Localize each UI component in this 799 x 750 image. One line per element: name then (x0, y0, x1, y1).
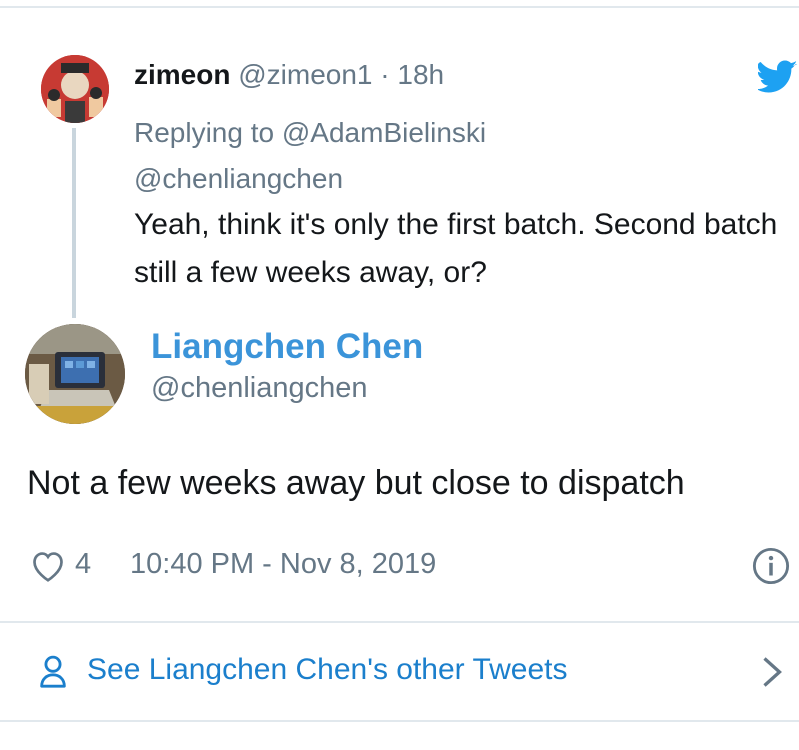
parent-tweet-text: Yeah, think it's only the first batch. S… (134, 208, 778, 289)
tweet-text: Not a few weeks away but close to dispat… (27, 464, 685, 502)
author-name[interactable]: Liangchen Chen (151, 327, 423, 367)
replying-to: Replying to @AdamBielinski @chenliangche… (134, 110, 486, 202)
avatar-zimeon[interactable] (41, 55, 109, 123)
replying-to-mention-1[interactable]: @AdamBielinski (282, 117, 486, 148)
thread-connector-line (72, 128, 76, 318)
like-count[interactable]: 4 (75, 548, 91, 581)
top-divider (0, 6, 799, 8)
avatar-liangchen[interactable] (25, 324, 125, 424)
parent-tweet-header: zimeon @zimeon1 · 18h (134, 58, 444, 92)
meta-separator: · (380, 59, 390, 90)
parent-tweet-time[interactable]: 18h (397, 59, 444, 90)
twitter-bird-icon[interactable] (758, 60, 798, 94)
person-icon (40, 655, 66, 688)
bottom-divider (0, 720, 799, 722)
author-handle[interactable]: @chenliangchen (151, 372, 367, 405)
replying-prefix: Replying to (134, 117, 275, 148)
tweet-timestamp[interactable]: 10:40 PM - Nov 8, 2019 (130, 548, 436, 581)
see-other-tweets-label[interactable]: See Liangchen Chen's other Tweets (87, 653, 568, 687)
parent-author-name[interactable]: zimeon (134, 59, 230, 90)
info-icon[interactable] (752, 547, 790, 585)
chevron-right-icon[interactable] (760, 654, 784, 690)
heart-icon[interactable] (30, 549, 66, 583)
parent-author-handle[interactable]: @zimeon1 (238, 59, 372, 90)
replying-to-mention-2[interactable]: @chenliangchen (134, 156, 486, 202)
